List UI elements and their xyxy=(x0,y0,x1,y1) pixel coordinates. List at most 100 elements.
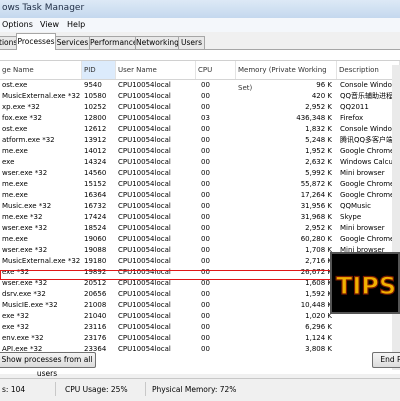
cell-description: Console Window Ho xyxy=(340,81,400,89)
table-row[interactable]: me.exe 19060 CPU10054local 00 60,280 K Google… xyxy=(0,234,400,245)
cell-image-name: atform.exe *32 xyxy=(2,136,55,144)
cell-user-name: CPU10054local xyxy=(118,180,171,188)
cell-image-name: dsrv.exe *32 xyxy=(2,290,46,298)
cell-memory: 31,956 K xyxy=(300,202,332,210)
cell-memory: 1,832 K xyxy=(305,125,332,133)
cell-cpu: 00 xyxy=(201,224,210,232)
cell-pid: 19180 xyxy=(84,257,107,265)
selection-highlight xyxy=(0,270,336,280)
cell-memory: 17,264 K xyxy=(300,191,332,199)
tab-strip: tions Processes Services Performance Net… xyxy=(0,33,400,50)
column-cpu[interactable]: CPU xyxy=(196,61,236,79)
cell-cpu: 00 xyxy=(201,246,210,254)
cell-pid: 19088 xyxy=(84,246,107,254)
tab-networking[interactable]: Networking xyxy=(135,36,179,49)
cell-pid: 18524 xyxy=(84,224,107,232)
cell-memory: 96 K xyxy=(316,81,332,89)
cell-user-name: CPU10054local xyxy=(118,92,171,100)
cell-user-name: CPU10054local xyxy=(118,345,171,353)
cell-cpu: 00 xyxy=(201,92,210,100)
cell-user-name: CPU10054local xyxy=(118,224,171,232)
cell-cpu: 00 xyxy=(201,323,210,331)
table-row[interactable]: env.exe *32 23176 CPU10054local 00 1,124 K xyxy=(0,333,400,344)
cell-description: Skype xyxy=(340,213,362,221)
table-row[interactable]: wser.exe *32 18524 CPU10054local 00 2,952 K M… xyxy=(0,223,400,234)
cell-pid: 14560 xyxy=(84,169,107,177)
process-list[interactable]: ge Name PID User Name CPU Memory (Privat… xyxy=(0,60,400,361)
column-description[interactable]: Description xyxy=(337,61,400,79)
cell-user-name: CPU10054local xyxy=(118,158,171,166)
cell-description: QQ音乐辅助进程 xyxy=(340,92,394,100)
cell-user-name: CPU10054local xyxy=(118,114,171,122)
status-separator xyxy=(55,382,56,396)
cell-description xyxy=(340,322,400,333)
end-process-button[interactable]: End P xyxy=(372,352,400,368)
cell-description: Firefox xyxy=(340,114,364,122)
table-row[interactable]: ost.exe 9540 CPU10054local 00 96 K Console Wi… xyxy=(0,80,400,91)
menu-bar: Options View Help xyxy=(0,18,400,32)
menu-options[interactable]: Options xyxy=(2,20,33,29)
cell-image-name: ost.exe xyxy=(2,125,28,133)
column-user-name[interactable]: User Name xyxy=(116,61,196,79)
cell-user-name: CPU10054local xyxy=(118,103,171,111)
cell-memory: 31,968 K xyxy=(300,213,332,221)
cell-pid: 21008 xyxy=(84,301,107,309)
table-row[interactable]: xp.exe *32 10252 CPU10054local 00 2,952 K QQ2… xyxy=(0,102,400,113)
tab-services[interactable]: Services xyxy=(55,36,90,49)
cell-user-name: CPU10054local xyxy=(118,235,171,243)
column-pid[interactable]: PID xyxy=(82,61,116,79)
cell-image-name: exe *32 xyxy=(2,323,30,331)
column-memory[interactable]: Memory (Private Working Set) xyxy=(236,61,337,92)
show-all-processes-button[interactable]: Show processes from all users xyxy=(0,352,96,378)
table-row[interactable]: wser.exe *32 14560 CPU10054local 00 5,992 K M… xyxy=(0,168,400,179)
cell-pid: 12800 xyxy=(84,114,107,122)
cell-memory: 3,808 K xyxy=(305,345,332,353)
tab-users[interactable]: Users xyxy=(178,36,205,49)
table-row[interactable]: exe 14324 CPU10054local 00 2,632 K Windows Ca… xyxy=(0,157,400,168)
table-row[interactable]: MusicExternal.exe *32 10580 CPU10054local 0… xyxy=(0,91,400,102)
cell-image-name: wser.exe *32 xyxy=(2,246,48,254)
cell-user-name: CPU10054local xyxy=(118,246,171,254)
cell-cpu: 00 xyxy=(201,235,210,243)
cell-description: QQMusic xyxy=(340,202,371,210)
tab-processes[interactable]: Processes xyxy=(16,33,56,50)
cell-pid: 13912 xyxy=(84,136,107,144)
column-image-name[interactable]: ge Name xyxy=(0,61,82,79)
table-row[interactable]: me.exe 14012 CPU10054local 00 1,952 K Google … xyxy=(0,146,400,157)
table-row[interactable]: me.exe *32 17424 CPU10054local 00 31,968 K Sk… xyxy=(0,212,400,223)
cell-memory: 5,992 K xyxy=(305,169,332,177)
tips-text: TIPS xyxy=(336,272,396,300)
menu-help[interactable]: Help xyxy=(67,20,85,29)
tab-performance[interactable]: Performance xyxy=(89,36,138,49)
table-row[interactable]: me.exe 16364 CPU10054local 00 17,264 K Google… xyxy=(0,190,400,201)
cell-image-name: exe xyxy=(2,158,15,166)
menu-view[interactable]: View xyxy=(40,20,59,29)
table-row[interactable]: exe *32 23116 CPU10054local 00 6,296 K xyxy=(0,322,400,333)
cell-cpu: 00 xyxy=(201,147,210,155)
table-row[interactable]: Music.exe *32 16732 CPU10054local 00 31,956 … xyxy=(0,201,400,212)
cell-memory: 60,280 K xyxy=(300,235,332,243)
table-row[interactable]: ost.exe 12612 CPU10054local 00 1,832 K Consol… xyxy=(0,124,400,135)
cell-memory: 420 K xyxy=(311,92,332,100)
table-row[interactable]: fox.exe *32 12800 CPU10054local 03 436,348 K… xyxy=(0,113,400,124)
cell-user-name: CPU10054local xyxy=(118,147,171,155)
table-row[interactable]: me.exe 15152 CPU10054local 00 55,872 K Google… xyxy=(0,179,400,190)
cell-description: Windows Calculato xyxy=(340,158,400,166)
cell-pid: 12612 xyxy=(84,125,107,133)
vertical-scrollbar[interactable] xyxy=(392,65,400,370)
cell-user-name: CPU10054local xyxy=(118,334,171,342)
cell-pid: 16364 xyxy=(84,191,107,199)
cell-cpu: 00 xyxy=(201,81,210,89)
cell-user-name: CPU10054local xyxy=(118,312,171,320)
cell-pid: 16732 xyxy=(84,202,107,210)
cell-memory: 55,872 K xyxy=(300,180,332,188)
cell-description: Mini browser xyxy=(340,169,385,177)
cell-memory: 1,020 K xyxy=(305,312,332,320)
cell-cpu: 00 xyxy=(201,180,210,188)
cell-image-name: MusicExternal.exe *32 xyxy=(2,92,81,100)
cell-pid: 10580 xyxy=(84,92,107,100)
cell-user-name: CPU10054local xyxy=(118,257,171,265)
cell-memory: 6,296 K xyxy=(305,323,332,331)
cell-user-name: CPU10054local xyxy=(118,81,171,89)
table-row[interactable]: atform.exe *32 13912 CPU10054local 00 5,248 … xyxy=(0,135,400,146)
